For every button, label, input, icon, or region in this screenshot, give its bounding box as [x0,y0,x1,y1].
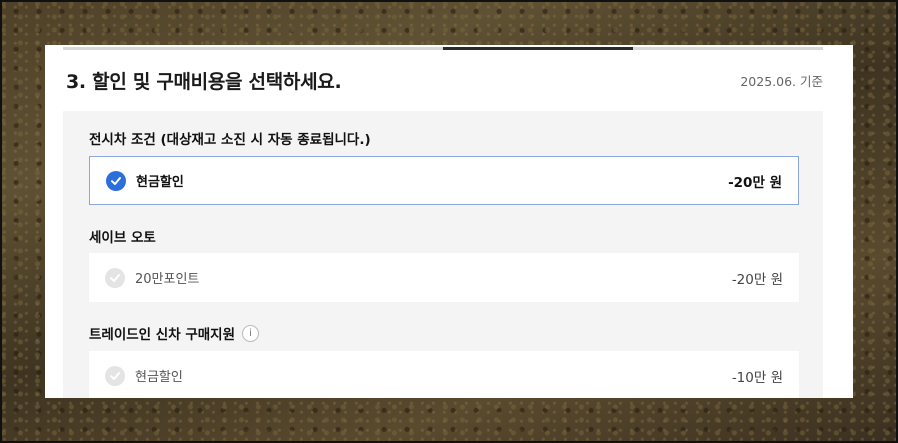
option-label: 20만포인트 [135,272,200,287]
check-icon[interactable] [105,267,125,288]
options-container: 전시차 조건 (대상재고 소진 시 자동 종료됩니다.) 현금할인 -20만 원… [63,111,823,398]
info-icon[interactable]: i [242,324,260,342]
option-value: -20만 원 [728,174,782,191]
option-save-auto-points[interactable]: 20만포인트 -20만 원 [89,253,799,302]
option-value: -20만 원 [731,271,783,288]
group-title-text: 세이브 오토 [89,230,156,246]
progress-track [63,47,823,50]
option-exhibition-cash-discount[interactable]: 현금할인 -20만 원 [89,156,799,205]
check-icon[interactable] [106,170,126,191]
group-title-text: 트레이드인 신차 구매지원 [89,327,236,343]
option-label: 현금할인 [136,175,184,190]
check-icon[interactable] [105,365,125,386]
group-title-save-auto: 세이브 오토 [89,226,156,246]
discount-panel: 3. 할인 및 구매비용을 선택하세요. 2025.06. 기준 전시차 조건 … [45,45,853,398]
date-label: 2025.06. 기준 [740,74,823,89]
option-label: 현금할인 [135,370,183,385]
page-title: 3. 할인 및 구매비용을 선택하세요. [66,71,342,93]
option-trade-in-cash-discount[interactable]: 현금할인 -10만 원 [89,351,799,398]
group-title-trade-in: 트레이드인 신차 구매지원 i [89,323,260,343]
group-title-text: 전시차 조건 (대상재고 소진 시 자동 종료됩니다.) [89,132,371,148]
group-title-exhibition: 전시차 조건 (대상재고 소진 시 자동 종료됩니다.) [89,128,371,148]
progress-indicator [443,47,633,50]
option-value: -10만 원 [731,369,783,386]
